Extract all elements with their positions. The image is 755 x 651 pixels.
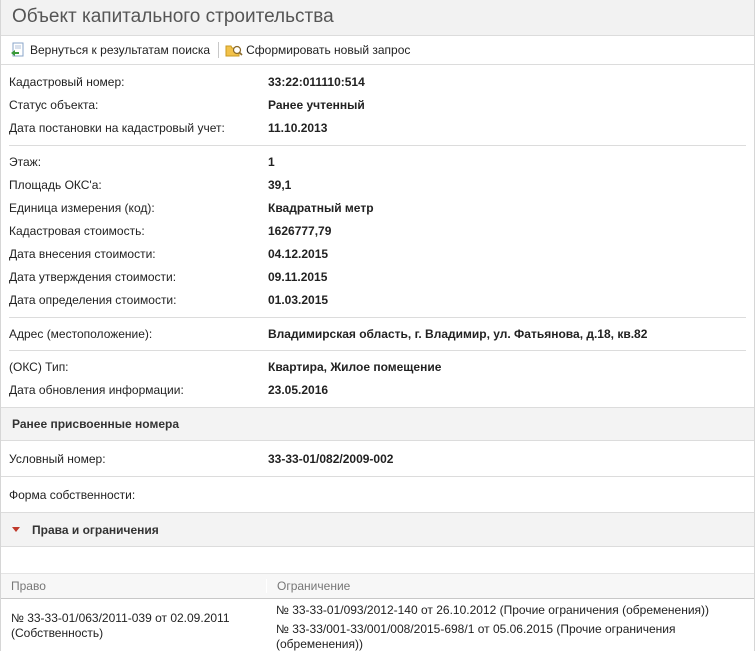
field-value: Квартира, Жилое помещение: [268, 359, 442, 374]
object-panel: Объект капитального строительства Вернут…: [0, 0, 755, 651]
field-label: Статус объекта:: [9, 97, 99, 112]
block-identification: Кадастровый номер: 33:22:011110:514 Стату…: [1, 65, 754, 145]
field-label: Дата постановки на кадастровый учет:: [9, 120, 225, 135]
toolbar: Вернуться к результатам поиска Сформиров…: [1, 36, 754, 65]
field-row: Дата утверждения стоимости: 09.11.2015: [9, 265, 746, 288]
field-label: Адрес (местоположение):: [9, 326, 153, 341]
field-value: 23.05.2016: [268, 382, 329, 397]
limit-cell: № 33-33-01/093/2012-140 от 26.10.2012 (П…: [266, 603, 754, 651]
field-label: Условный номер:: [9, 451, 106, 466]
field-row: Дата обновления информации: 23.05.2016: [9, 378, 746, 401]
back-arrow-icon: [9, 41, 27, 59]
field-label: Кадастровая стоимость:: [9, 223, 145, 238]
limit-item: № 33-33/001-33/001/008/2015-698/1 от 05.…: [276, 622, 676, 651]
expand-triangle-icon: [12, 527, 20, 532]
field-label: Этаж:: [9, 154, 42, 169]
field-value: 33:22:011110:514: [268, 74, 365, 89]
field-row: Адрес (местоположение): Владимирская обла…: [9, 322, 746, 345]
field-value: 09.11.2015: [268, 269, 328, 284]
field-value: Владимирская область, г. Владимир, ул. Ф…: [268, 326, 648, 341]
limit-item: № 33-33-01/093/2012-140 от 26.10.2012 (П…: [276, 603, 710, 617]
field-label: Дата внесения стоимости:: [9, 246, 156, 261]
block-address: Адрес (местоположение): Владимирская обла…: [1, 318, 754, 350]
rights-expander[interactable]: Права и ограничения: [1, 513, 754, 547]
field-value: Квадратный метр: [268, 200, 374, 215]
right-cell: № 33-33-01/063/2011-039 от 02.09.2011 (С…: [11, 611, 230, 640]
field-value: 1626777,79: [268, 223, 332, 238]
field-row: Кадастровая стоимость: 1626777,79: [9, 219, 746, 242]
field-row: Единица измерения (код): Квадратный метр: [9, 196, 746, 219]
field-row: Этаж: 1: [9, 150, 746, 173]
block-type: (ОКС) Тип: Квартира, Жилое помещение Дата…: [1, 351, 754, 407]
field-row: Дата постановки на кадастровый учет: 11.1…: [9, 116, 746, 139]
previous-numbers-header: Ранее присвоенные номера: [1, 407, 754, 441]
ownership-row: Форма собственности:: [1, 477, 754, 513]
field-value: 04.12.2015: [268, 246, 329, 261]
column-header-limit: Ограничение: [266, 579, 350, 593]
field-row: (ОКС) Тип: Квартира, Жилое помещение: [9, 355, 746, 378]
new-request-icon: [225, 41, 243, 59]
field-label: Дата определения стоимости:: [9, 292, 177, 307]
field-value: 1: [268, 154, 275, 169]
rights-table-header: Право Ограничение: [1, 573, 754, 599]
field-value: 39,1: [268, 177, 292, 192]
column-header-right: Право: [11, 579, 46, 593]
field-value: Ранее учтенный: [268, 97, 365, 112]
field-label: Дата обновления информации:: [9, 382, 184, 397]
new-request-label: Сформировать новый запрос: [246, 43, 411, 57]
page-title: Объект капитального строительства: [12, 6, 334, 27]
rights-header-label: Права и ограничения: [32, 522, 159, 537]
field-value: 11.10.2013: [268, 120, 328, 135]
field-label: Форма собственности:: [9, 487, 136, 502]
field-row: Дата внесения стоимости: 04.12.2015: [9, 242, 746, 265]
field-label: (ОКС) Тип:: [9, 359, 69, 374]
table-row: № 33-33-01/063/2011-039 от 02.09.2011 (С…: [1, 599, 754, 651]
title-bar: Объект капитального строительства: [1, 0, 754, 36]
toolbar-separator: [218, 42, 220, 58]
field-value: 33-33-01/082/2009-002: [268, 451, 394, 466]
conditional-number-row: Условный номер: 33-33-01/082/2009-002: [1, 441, 754, 477]
field-label: Площадь ОКС'а:: [9, 177, 102, 192]
field-row: Статус объекта: Ранее учтенный: [9, 93, 746, 116]
field-value: 01.03.2015: [268, 292, 329, 307]
new-request-button[interactable]: Сформировать новый запрос: [225, 40, 410, 60]
field-row: Кадастровый номер: 33:22:011110:514: [9, 70, 746, 93]
field-row: Дата определения стоимости: 01.03.2015: [9, 288, 746, 311]
back-to-results-button[interactable]: Вернуться к результатам поиска: [9, 40, 210, 60]
field-label: Кадастровый номер:: [9, 74, 125, 89]
field-row: Площадь ОКС'а: 39,1: [9, 173, 746, 196]
field-label: Дата утверждения стоимости:: [9, 269, 177, 284]
back-to-results-label: Вернуться к результатам поиска: [30, 43, 211, 57]
field-label: Единица измерения (код):: [9, 200, 155, 215]
block-characteristics: Этаж: 1 Площадь ОКС'а: 39,1 Единица измере…: [1, 146, 754, 317]
